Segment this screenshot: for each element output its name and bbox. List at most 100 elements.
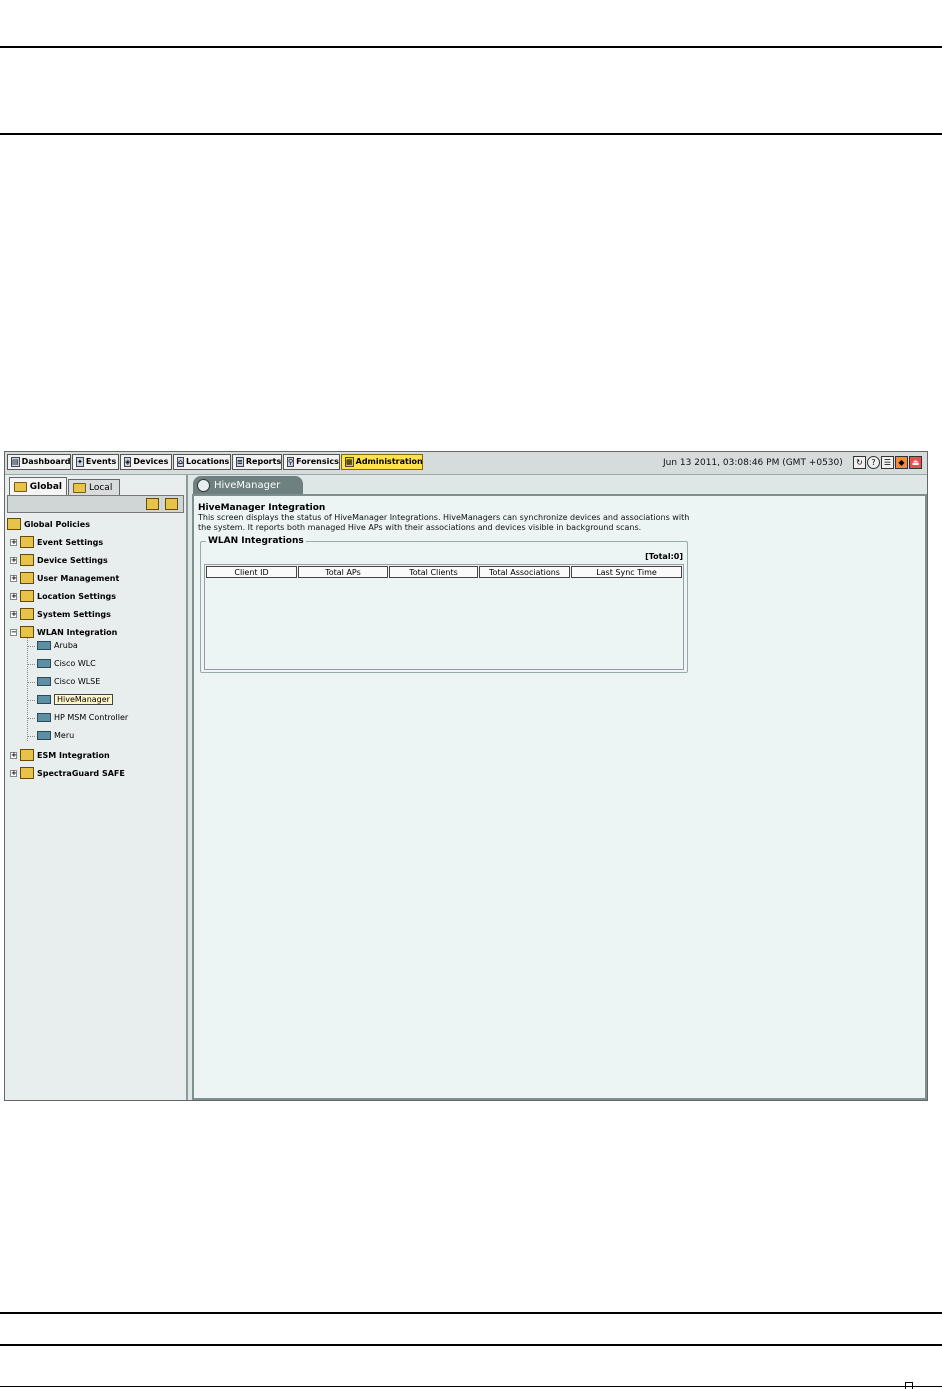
total-count: [Total:0] <box>645 552 683 561</box>
reports-icon: ≡ <box>236 457 244 467</box>
section-title: WLAN Integrations <box>206 536 306 546</box>
app-window: ▤ Dashboard ✦ Events ◈ Devices ⌂ Locatio… <box>4 451 928 1101</box>
policy-folder-icon <box>7 518 21 530</box>
administration-icon: ▦ <box>345 457 354 467</box>
tree-label: Event Settings <box>37 537 104 547</box>
nav-tab-locations[interactable]: ⌂ Locations <box>173 454 231 470</box>
tree-label: HP MSM Controller <box>54 713 129 722</box>
tree-item-user-management[interactable]: + User Management <box>10 572 119 584</box>
hivemanager-icon <box>197 479 210 492</box>
tree-item-cisco-wlse[interactable]: Cisco WLSE <box>37 677 100 686</box>
tab-label: HiveManager <box>214 480 281 491</box>
nav-tab-forensics[interactable]: ⚲ Forensics <box>283 454 340 470</box>
column-header-last-sync-time[interactable]: Last Sync Time <box>571 566 682 578</box>
expand-icon[interactable]: + <box>10 574 17 582</box>
column-header-total-aps[interactable]: Total APs <box>298 566 388 578</box>
events-icon: ✦ <box>76 457 84 467</box>
logout-icon[interactable]: ⏏ <box>909 456 922 469</box>
tree-item-system-settings[interactable]: + System Settings <box>10 608 111 620</box>
nav-tab-reports[interactable]: ≡ Reports <box>232 454 282 470</box>
tree-item-meru[interactable]: Meru <box>37 731 74 740</box>
tree-label: User Management <box>37 573 120 583</box>
tree-item-event-settings[interactable]: + Event Settings <box>10 536 103 548</box>
nav-tab-label: Devices <box>133 457 169 466</box>
expand-all-icon[interactable] <box>165 498 178 510</box>
nav-tab-dashboard[interactable]: ▤ Dashboard <box>7 454 71 470</box>
tree-label: System Settings <box>37 609 111 619</box>
content-tab-bar: HiveManager <box>189 476 927 495</box>
page-rule-top <box>0 46 942 48</box>
tree-item-spectraguard-safe[interactable]: + SpectraGuard SAFE <box>10 767 125 779</box>
folder-icon <box>14 481 27 492</box>
tree-item-wlan-integration[interactable]: − WLAN Integration <box>10 626 117 638</box>
tree-label: ESM Integration <box>37 750 110 760</box>
controller-icon <box>37 731 51 740</box>
dashboard-icon: ▤ <box>11 457 20 467</box>
page-rule-footer-top <box>0 1312 942 1314</box>
tree-label: Device Settings <box>37 555 108 565</box>
tree-root-global-policies[interactable]: Global Policies <box>7 518 90 530</box>
page-rule-footer-bottom <box>0 1344 942 1346</box>
nav-tab-label: Forensics <box>296 457 339 466</box>
top-navigation-bar: ▤ Dashboard ✦ Events ◈ Devices ⌂ Locatio… <box>5 452 927 475</box>
device-settings-icon <box>20 554 34 566</box>
expand-icon[interactable]: + <box>10 751 17 759</box>
column-header-total-clients[interactable]: Total Clients <box>389 566 478 578</box>
nav-tab-events[interactable]: ✦ Events <box>72 454 119 470</box>
tab-label: Global <box>29 481 62 492</box>
controller-icon <box>37 695 51 704</box>
tree-connector <box>27 736 35 737</box>
page-rule-bottom <box>0 1386 942 1387</box>
column-header-client-id[interactable]: Client ID <box>206 566 297 578</box>
tree-connector <box>27 664 35 665</box>
nav-tab-label: Dashboard <box>21 457 71 466</box>
tree-label: WLAN Integration <box>37 627 118 637</box>
collapse-icon[interactable]: − <box>10 628 17 636</box>
controller-icon <box>37 641 51 650</box>
controller-icon <box>37 659 51 668</box>
tree-item-hp-msm-controller[interactable]: HP MSM Controller <box>37 713 128 722</box>
nav-tab-label: Locations <box>186 457 230 466</box>
tree-connector <box>27 718 35 719</box>
content-panel: HiveManager Integration This screen disp… <box>192 494 927 1100</box>
tree-label: Meru <box>54 731 75 740</box>
tab-global[interactable]: Global <box>9 477 67 495</box>
system-settings-icon <box>20 608 34 620</box>
nav-tab-devices[interactable]: ◈ Devices <box>120 454 172 470</box>
tree-label: Location Settings <box>37 591 117 601</box>
tree-item-hivemanager[interactable]: HiveManager <box>37 694 113 705</box>
spectraguard-safe-icon <box>20 767 34 779</box>
expand-icon[interactable]: + <box>10 610 17 618</box>
tree-item-location-settings[interactable]: + Location Settings <box>10 590 116 602</box>
collapse-all-icon[interactable] <box>146 498 159 510</box>
shield-icon[interactable]: ◆ <box>895 456 908 469</box>
tree-item-cisco-wlc[interactable]: Cisco WLC <box>37 659 96 668</box>
tree-item-aruba[interactable]: Aruba <box>37 641 78 650</box>
wlan-integration-icon <box>20 626 34 638</box>
nav-tab-label: Events <box>85 457 117 466</box>
tree-label: Cisco WLC <box>54 659 96 668</box>
expand-icon[interactable]: + <box>10 556 17 564</box>
tree-item-device-settings[interactable]: + Device Settings <box>10 554 108 566</box>
tree-connector <box>27 646 35 647</box>
expand-icon[interactable]: + <box>10 538 17 546</box>
tree-label-selected: HiveManager <box>54 694 113 705</box>
column-header-total-associations[interactable]: Total Associations <box>479 566 570 578</box>
esm-integration-icon <box>20 749 34 761</box>
tab-hivemanager[interactable]: HiveManager <box>193 476 303 495</box>
help-icon[interactable]: ? <box>867 456 880 469</box>
folder-icon <box>73 482 86 493</box>
tree-label: Aruba <box>54 641 78 650</box>
tree-item-esm-integration[interactable]: + ESM Integration <box>10 749 110 761</box>
devices-icon: ◈ <box>124 457 132 467</box>
expand-icon[interactable]: + <box>10 769 17 777</box>
event-settings-icon <box>20 536 34 548</box>
tab-local[interactable]: Local <box>68 479 120 495</box>
tree-toolbar <box>7 495 184 513</box>
nav-tab-label: Reports <box>245 457 282 466</box>
expand-icon[interactable]: + <box>10 592 17 600</box>
location-settings-icon <box>20 590 34 602</box>
nav-tab-administration[interactable]: ▦ Administration <box>341 454 423 470</box>
list-icon[interactable]: ☰ <box>881 456 894 469</box>
refresh-icon[interactable]: ↻ <box>853 456 866 469</box>
